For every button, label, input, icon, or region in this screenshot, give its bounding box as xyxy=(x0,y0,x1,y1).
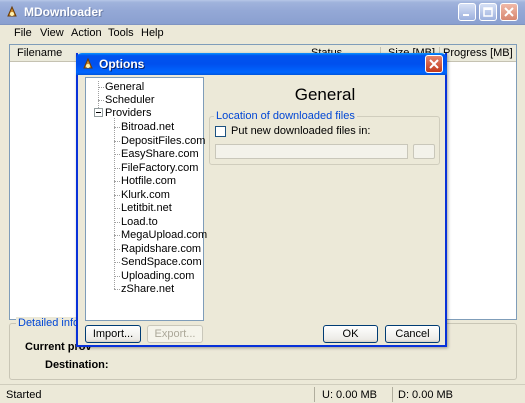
tree-item-provider[interactable]: MegaUpload.com xyxy=(121,229,207,241)
close-button[interactable] xyxy=(500,3,518,21)
menu-help[interactable]: Help xyxy=(141,27,164,39)
maximize-button[interactable] xyxy=(479,3,497,21)
put-files-label[interactable]: Put new downloaded files in: xyxy=(231,125,370,137)
ok-button[interactable]: OK xyxy=(323,325,378,343)
tree-item-scheduler[interactable]: Scheduler xyxy=(105,94,155,106)
app-icon xyxy=(7,5,17,17)
column-progress[interactable]: Progress [MB] xyxy=(443,47,513,59)
tree-item-provider[interactable]: Rapidshare.com xyxy=(121,243,201,255)
main-titlebar[interactable]: MDownloader xyxy=(0,0,525,25)
tree-item-provider[interactable]: Bitroad.net xyxy=(121,121,174,133)
tree-connector xyxy=(114,249,120,250)
tree-collapse-icon[interactable] xyxy=(94,108,103,117)
dialog-title: Options xyxy=(99,57,145,71)
tree-item-provider[interactable]: zShare.net xyxy=(121,283,174,295)
tree-connector xyxy=(98,100,104,101)
import-button[interactable]: Import... xyxy=(85,325,141,343)
tree-connector xyxy=(114,289,120,290)
tree-connector xyxy=(114,276,120,277)
tree-item-provider[interactable]: Uploading.com xyxy=(121,270,194,282)
dialog-titlebar[interactable]: Options xyxy=(76,53,447,75)
tree-item-provider[interactable]: Klurk.com xyxy=(121,189,170,201)
tree-connector xyxy=(114,222,120,223)
tree-connector xyxy=(114,141,120,142)
tree-item-providers[interactable]: Providers xyxy=(105,107,151,119)
tree-connector xyxy=(114,235,120,236)
close-icon xyxy=(429,59,439,69)
tree-item-provider[interactable]: Load.to xyxy=(121,216,158,228)
tree-item-provider[interactable]: FileFactory.com xyxy=(121,162,198,174)
column-filename[interactable]: Filename xyxy=(17,47,62,59)
destination-label: Destination: xyxy=(45,359,109,371)
put-files-checkbox[interactable] xyxy=(215,126,226,137)
tree-connector xyxy=(114,262,120,263)
location-group: Location of downloaded files Put new dow… xyxy=(209,110,440,165)
options-dialog: Options General Scheduler Providers Bitr… xyxy=(76,53,447,347)
tree-item-provider[interactable]: DepositFiles.com xyxy=(121,135,205,147)
download-path-field[interactable] xyxy=(215,144,408,159)
minimize-icon xyxy=(463,14,469,16)
menubar: File View Action Tools Help xyxy=(0,25,525,43)
menu-view[interactable]: View xyxy=(40,27,64,39)
dialog-close-button[interactable] xyxy=(425,55,443,73)
tree-item-provider[interactable]: SendSpace.com xyxy=(121,256,202,268)
options-tree[interactable]: General Scheduler Providers Bitroad.net … xyxy=(85,77,207,321)
status-state: Started xyxy=(6,389,42,401)
tree-connector xyxy=(114,118,115,289)
status-separator xyxy=(392,387,393,402)
tree-connector xyxy=(114,181,120,182)
maximize-icon xyxy=(483,7,493,17)
tree-item-provider[interactable]: EasyShare.com xyxy=(121,148,199,160)
tree-item-general[interactable]: General xyxy=(105,81,144,93)
app-title: MDownloader xyxy=(24,5,103,19)
location-legend: Location of downloaded files xyxy=(214,110,357,122)
export-button[interactable]: Export... xyxy=(147,325,203,343)
tree-connector xyxy=(114,208,120,209)
tree-connector xyxy=(98,87,104,88)
status-upload: U: 0.00 MB xyxy=(322,389,378,401)
cancel-button[interactable]: Cancel xyxy=(385,325,440,343)
menu-tools[interactable]: Tools xyxy=(108,27,134,39)
statusbar: Started U: 0.00 MB D: 0.00 MB xyxy=(0,384,525,403)
tree-connector xyxy=(114,195,120,196)
tree-item-provider[interactable]: Hotfile.com xyxy=(121,175,176,187)
tree-connector xyxy=(114,127,120,128)
close-icon xyxy=(504,7,514,17)
browse-button[interactable] xyxy=(413,144,435,159)
status-separator xyxy=(314,387,315,402)
tree-connector xyxy=(114,168,120,169)
app-icon xyxy=(83,57,93,69)
minimize-button[interactable] xyxy=(458,3,476,21)
page-heading: General xyxy=(294,85,356,104)
status-download: D: 0.00 MB xyxy=(398,389,454,401)
tree-item-provider[interactable]: Letitbit.net xyxy=(121,202,172,214)
tree-connector xyxy=(114,154,120,155)
menu-file[interactable]: File xyxy=(14,27,32,39)
menu-action[interactable]: Action xyxy=(71,27,102,39)
